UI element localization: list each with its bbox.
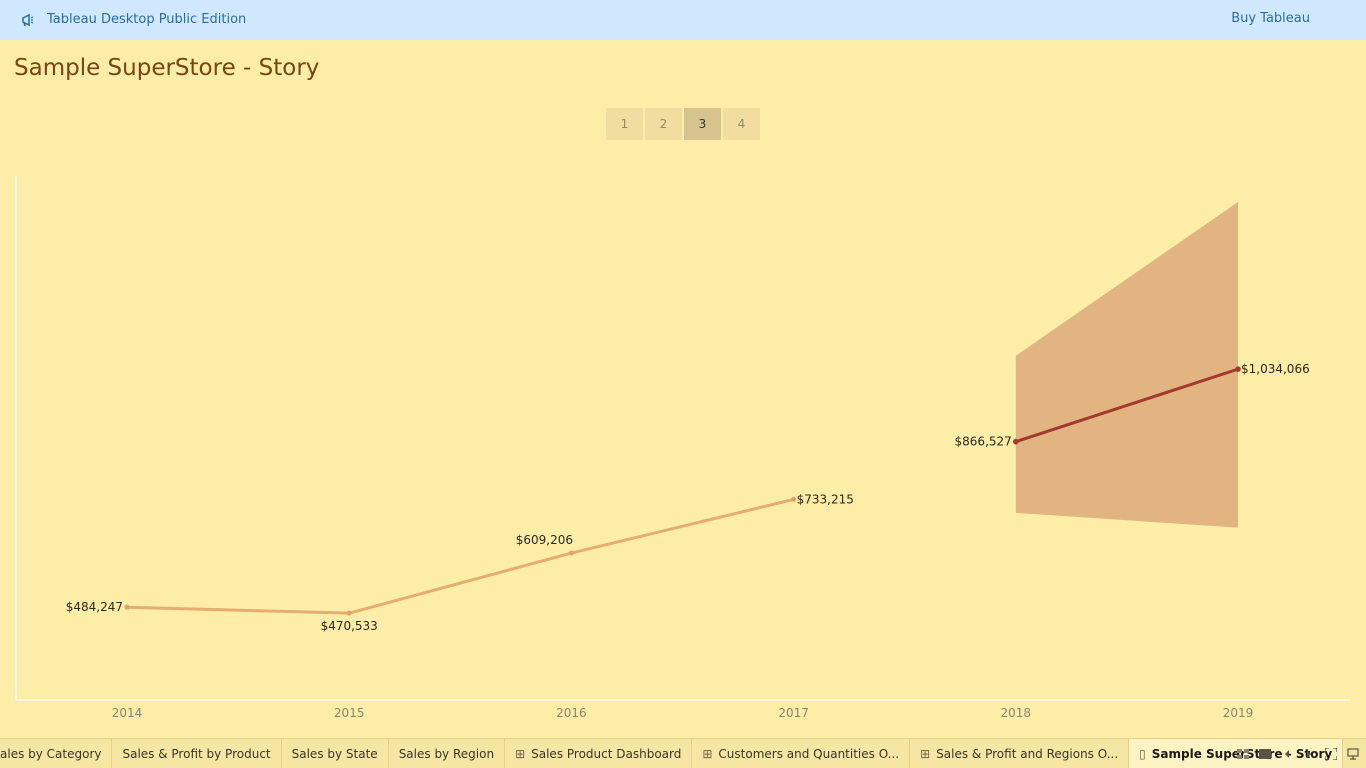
story-point-3[interactable]: 3 <box>684 108 721 140</box>
sheet-sorter-icon[interactable] <box>1236 747 1250 761</box>
presentation-icon[interactable] <box>1346 747 1360 761</box>
sheet-tab[interactable]: Sales by State <box>282 739 389 768</box>
dashboard-icon: ⊞ <box>920 747 931 761</box>
sheet-tab-label: Sales by State <box>291 747 378 761</box>
series-line <box>126 497 794 615</box>
next-icon[interactable] <box>1302 747 1316 761</box>
data-label: $609,206 <box>516 533 573 547</box>
story-points-nav: 1 2 3 4 <box>606 108 760 140</box>
prev-icon[interactable] <box>1280 747 1294 761</box>
app-title: Tableau Desktop Public Edition <box>47 12 247 27</box>
sheet-tab-label: ales by Category <box>0 747 102 761</box>
x-tick-label: 2016 <box>556 706 587 720</box>
sheet-tab[interactable]: ales by Category <box>0 739 113 768</box>
data-label: $470,533 <box>321 619 378 633</box>
chart-canvas: $484,247 $470,533 $609,206 $733,215 $866,527… <box>15 176 1350 720</box>
data-point <box>568 550 574 556</box>
sheet-tab-label: Sales Product Dashboard <box>531 747 682 761</box>
sheet-tab[interactable]: Sales & Profit by Product <box>112 739 282 768</box>
story-point-1[interactable]: 1 <box>606 108 643 140</box>
buy-tableau-link[interactable]: Buy Tableau <box>1231 11 1310 26</box>
story-icon: ▯ <box>1139 747 1146 761</box>
view-controls <box>1236 747 1360 761</box>
dashboard-icon: ⊞ <box>515 747 526 761</box>
x-tick-label: 2014 <box>112 706 143 720</box>
story-point-2[interactable]: 2 <box>645 108 682 140</box>
sheet-tab[interactable]: Sales by Region <box>389 739 506 768</box>
x-tick-label: 2017 <box>778 706 809 720</box>
x-tick-label: 2018 <box>1001 706 1032 720</box>
sheet-tab-label: Sales by Region <box>398 747 495 761</box>
fullscreen-icon[interactable] <box>1324 747 1338 761</box>
megaphone-icon <box>22 13 34 27</box>
data-point <box>1013 438 1019 445</box>
sheet-tabs: ales by Category Sales & Profit by Produc… <box>0 739 1344 768</box>
filmstrip-icon[interactable] <box>1258 747 1272 761</box>
data-label: $1,034,066 <box>1241 362 1310 376</box>
sheet-tab-label: Sales & Profit and Regions O... <box>936 747 1119 761</box>
dashboard-icon: ⊞ <box>702 747 713 761</box>
data-point <box>791 496 797 502</box>
sheet-tab[interactable]: ⊞ Sales & Profit and Regions O... <box>910 739 1130 768</box>
x-tick-label: 2019 <box>1223 706 1254 720</box>
x-tick-label: 2015 <box>334 706 365 720</box>
data-label: $866,527 <box>955 435 1012 449</box>
sheet-tab-label: Customers and Quantities O... <box>718 747 900 761</box>
data-label: $484,247 <box>66 600 123 614</box>
sheet-tab[interactable]: ⊞ Customers and Quantities O... <box>692 739 911 768</box>
data-point <box>124 604 130 610</box>
story-point-4[interactable]: 4 <box>723 108 760 140</box>
data-label: $733,215 <box>797 492 854 506</box>
data-point <box>346 610 352 616</box>
data-point <box>1235 366 1241 372</box>
sheet-tab-label: Sales & Profit by Product <box>122 747 271 761</box>
sheet-tab-bar: ales by Category Sales & Profit by Produc… <box>0 738 1366 768</box>
story-title: Sample SuperStore - Story <box>14 55 320 81</box>
forecast-band <box>1015 201 1238 528</box>
sales-line-chart: $484,247 $470,533 $609,206 $733,215 $866,527… <box>0 160 1366 730</box>
top-banner: Tableau Desktop Public Edition Buy Table… <box>0 0 1366 40</box>
sheet-tab[interactable]: ⊞ Sales Product Dashboard <box>505 739 693 768</box>
